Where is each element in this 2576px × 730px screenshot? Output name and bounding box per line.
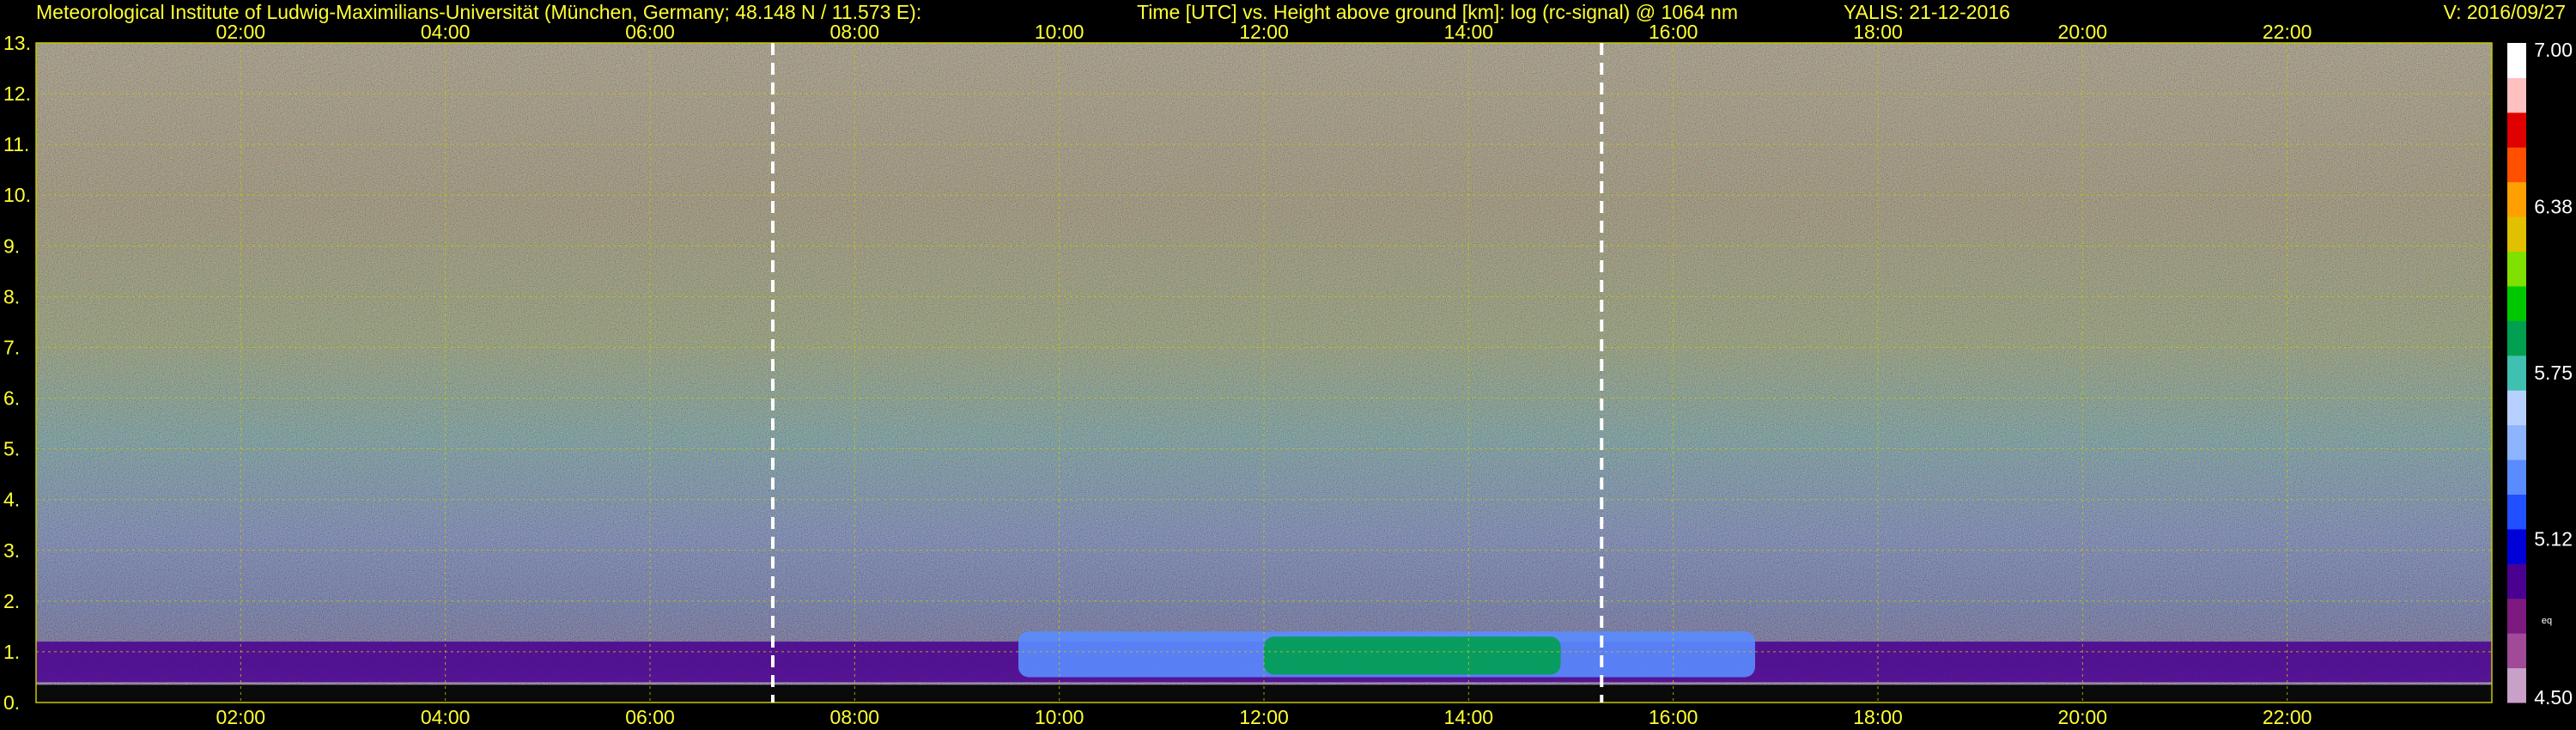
x-tick-label-bottom: 02:00 — [216, 706, 266, 728]
colorbar-swatch — [2507, 112, 2526, 148]
x-tick-label-bottom: 16:00 — [1649, 706, 1698, 728]
colorbar-label: 7.00 — [2534, 39, 2573, 61]
colorbar-swatch — [2507, 181, 2526, 217]
colorbar-swatch — [2507, 285, 2526, 321]
lidar-chart: 02:00 04:00 06:00 08:00 10:00 12:00 14:00 16:00… — [3, 21, 2573, 728]
colorbar-swatch — [2507, 633, 2526, 669]
x-tick-label-top: 08:00 — [830, 21, 880, 43]
y-tick-label: 8. — [3, 285, 20, 307]
x-tick-label-top: 18:00 — [1853, 21, 1903, 43]
y-tick-label: 4. — [3, 489, 20, 511]
x-tick-label-top: 12:00 — [1239, 21, 1289, 43]
colorbar-swatch — [2507, 355, 2526, 391]
x-tick-label-bottom: 12:00 — [1239, 706, 1289, 728]
colorbar-label: 6.38 — [2534, 195, 2573, 217]
colorbar-swatch — [2507, 528, 2526, 564]
colorbar-swatch — [2507, 424, 2526, 460]
plot-area — [35, 42, 2493, 703]
colorbar: 7.00 6.38 5.75 5.12 4.50 eq — [2507, 39, 2573, 709]
colorbar-swatch — [2507, 563, 2526, 599]
x-tick-label-top: 02:00 — [216, 21, 266, 43]
x-tick-label-bottom: 14:00 — [1444, 706, 1494, 728]
y-tick-label: 9. — [3, 234, 20, 257]
y-tick-label: 10. — [3, 184, 31, 206]
y-tick-label: 2. — [3, 590, 20, 612]
layer-midday-maximum — [1264, 636, 1561, 675]
colorbar-swatch — [2507, 251, 2526, 287]
colorbar-swatch — [2507, 494, 2526, 530]
colorbar-label: 5.12 — [2534, 528, 2573, 551]
colorbar-swatch — [2507, 320, 2526, 356]
y-tick-label: 7. — [3, 336, 20, 358]
y-tick-label: 3. — [3, 539, 20, 562]
x-tick-label-top: 20:00 — [2058, 21, 2108, 43]
y-tick-label: 11. — [3, 133, 29, 155]
x-tick-label-top: 14:00 — [1444, 21, 1494, 43]
colorbar-label: 5.75 — [2534, 362, 2573, 384]
y-tick-label: 6. — [3, 387, 20, 410]
colorbar-swatch — [2507, 43, 2526, 78]
y-tick-label: 13. — [3, 32, 31, 54]
y-tick-label: 1. — [3, 641, 20, 663]
y-tick-label: 0. — [3, 691, 20, 714]
colorbar-swatch — [2507, 667, 2526, 703]
colorbar-swatch — [2507, 598, 2526, 634]
colorbar-unit: eq — [2542, 616, 2552, 626]
y-tick-label: 12. — [3, 82, 31, 105]
x-tick-label-top: 04:00 — [421, 21, 471, 43]
x-tick-label-top: 06:00 — [625, 21, 675, 43]
x-tick-label-bottom: 18:00 — [1853, 706, 1903, 728]
colorbar-swatch — [2507, 77, 2526, 113]
x-tick-label-top: 22:00 — [2263, 21, 2312, 43]
x-tick-label-bottom: 06:00 — [625, 706, 675, 728]
colorbar-label: 4.50 — [2534, 686, 2573, 709]
x-tick-label-bottom: 08:00 — [830, 706, 880, 728]
colorbar-swatch — [2507, 459, 2526, 495]
x-tick-label-bottom: 10:00 — [1035, 706, 1084, 728]
y-tick-label: 5. — [3, 438, 20, 460]
x-tick-label-top: 16:00 — [1649, 21, 1698, 43]
colorbar-swatch — [2507, 147, 2526, 183]
x-tick-label-top: 10:00 — [1035, 21, 1084, 43]
colorbar-swatch — [2507, 390, 2526, 426]
x-tick-label-bottom: 04:00 — [421, 706, 471, 728]
x-tick-label-bottom: 22:00 — [2263, 706, 2312, 728]
x-tick-label-bottom: 20:00 — [2058, 706, 2108, 728]
colorbar-swatch — [2507, 216, 2526, 252]
